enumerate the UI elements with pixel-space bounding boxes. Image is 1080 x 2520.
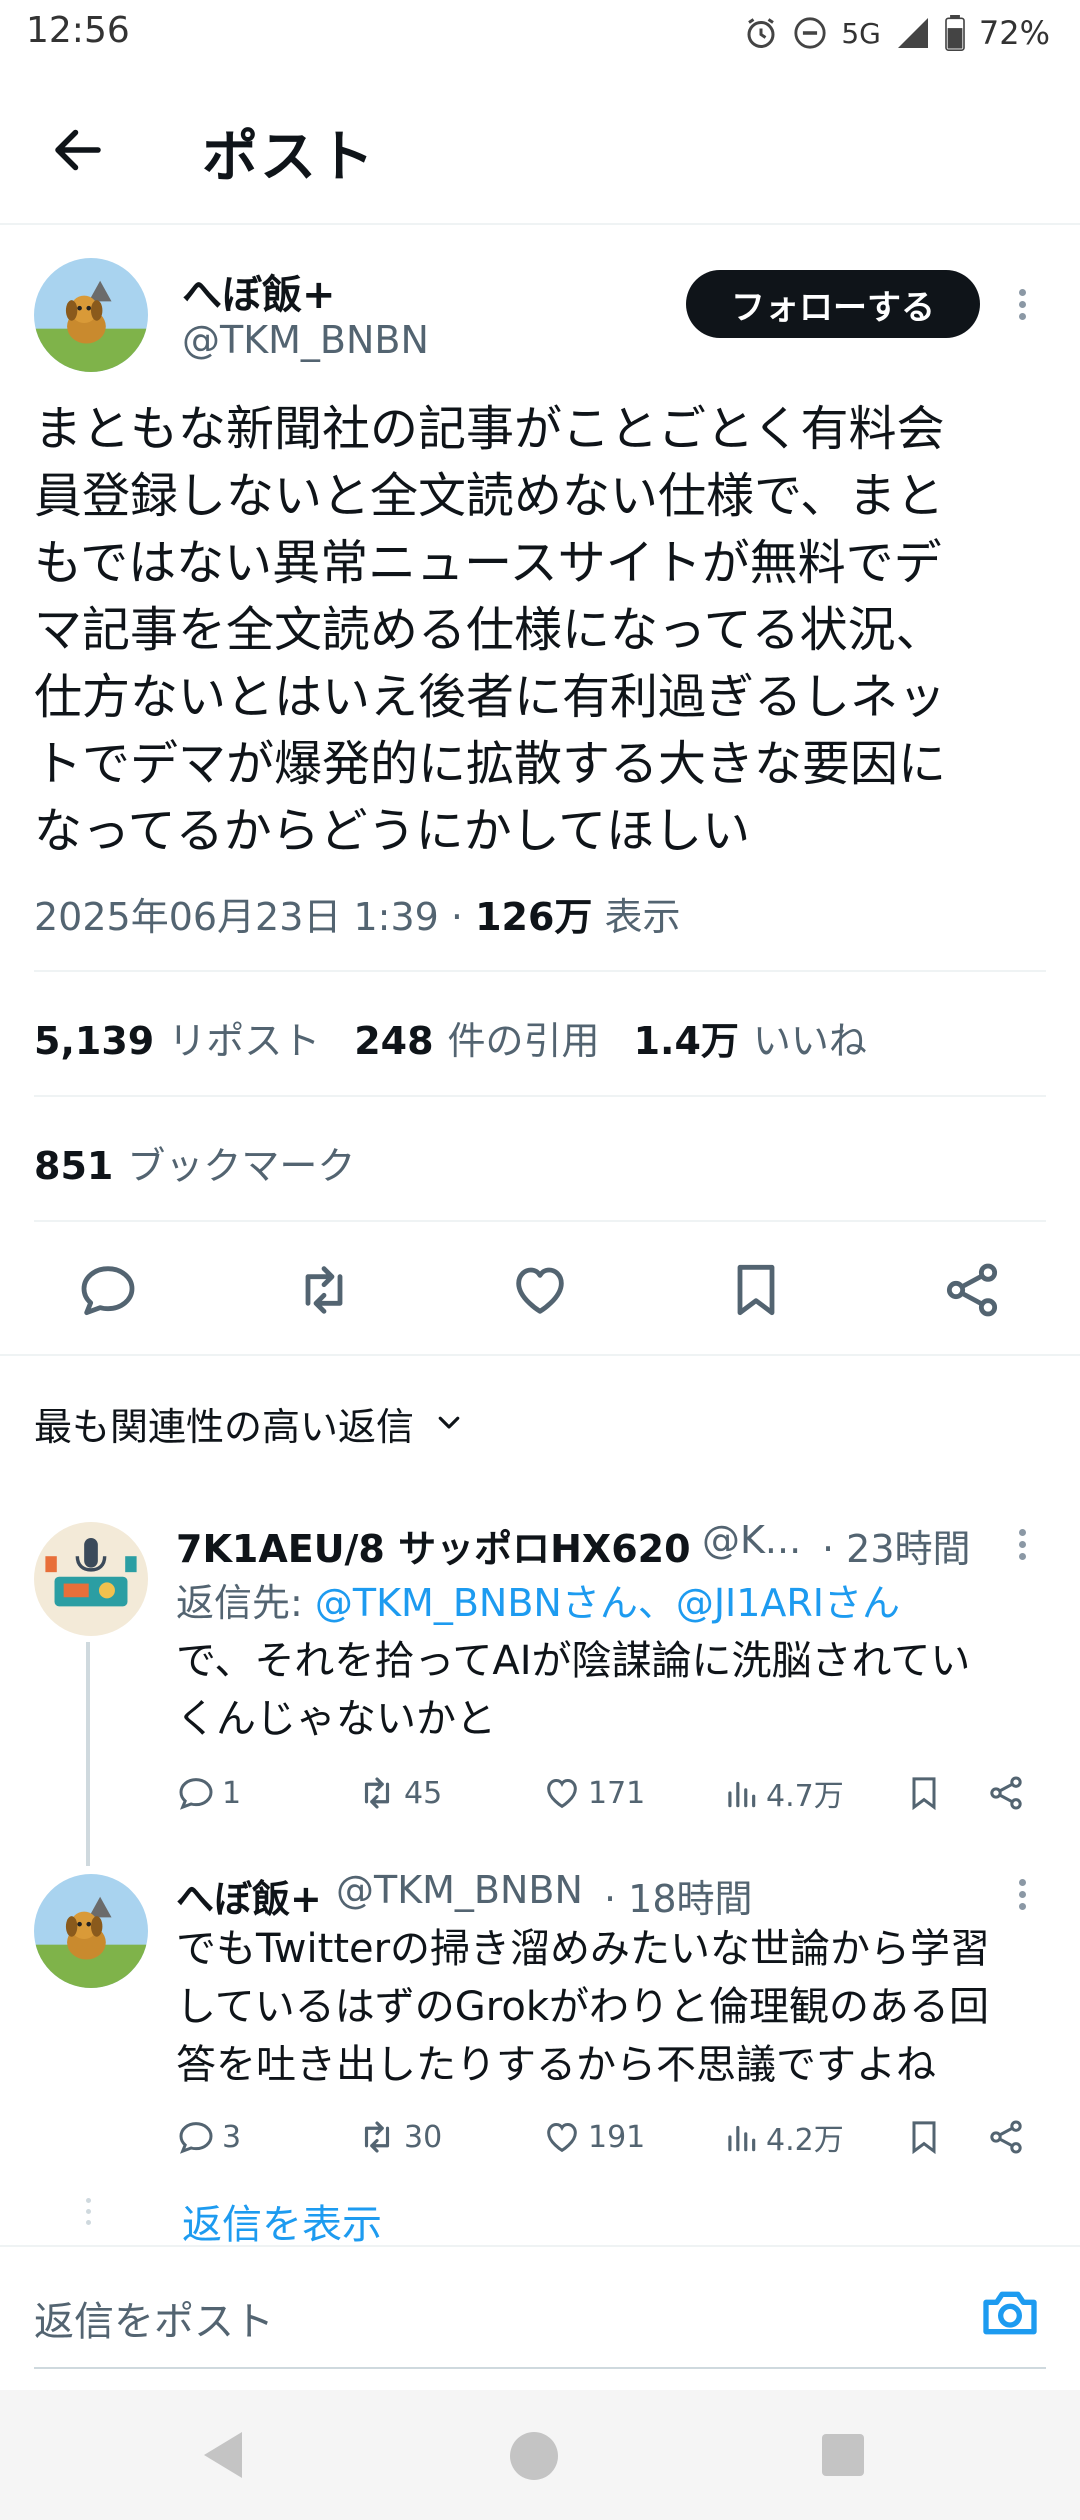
reply-author-handle[interactable]: @TKM_BNBN	[336, 1868, 583, 1912]
quotes-stat[interactable]: 248 件の引用	[354, 1010, 599, 1065]
signal-icon	[895, 15, 931, 51]
reply-time: · 18時間	[604, 1877, 753, 1921]
views-count: 126万	[475, 895, 593, 939]
reply-author-handle[interactable]: @K...	[702, 1518, 801, 1562]
likes-stat[interactable]: 1.4万 いいね	[634, 1010, 867, 1065]
input-underline	[34, 2367, 1046, 2369]
sort-label: 最も関連性の高い返信	[34, 1405, 415, 1449]
reply-compose-bar: 返信をポスト	[0, 2245, 1080, 2375]
thread-line	[86, 1642, 90, 1866]
system-navigation-bar	[0, 2390, 1080, 2520]
reply-text: で、それを拾ってAIが陰謀論に洗脳されてい くんじゃないかと	[176, 1638, 971, 1742]
repost-icon	[364, 1777, 390, 1809]
bookmark-icon[interactable]	[904, 2112, 944, 2162]
bookmarks-stat[interactable]: 851 ブックマーク	[34, 1135, 355, 1190]
repost-count-button[interactable]: 30	[356, 2112, 442, 2162]
thread-continuation-dots	[86, 2198, 91, 2231]
status-time: 12:56	[26, 10, 130, 51]
divider	[34, 1220, 1046, 1222]
post-meta: 2025年06月23日 1:39 · 126万 表示	[34, 895, 681, 939]
bookmark-icon[interactable]	[724, 1258, 788, 1322]
nav-back-icon[interactable]	[200, 2430, 244, 2484]
views-count-button[interactable]: 4.2万	[722, 2112, 844, 2162]
top-app-bar: ポスト	[0, 70, 1080, 225]
reply-count-button[interactable]: 3	[176, 2112, 241, 2162]
camera-icon[interactable]	[978, 2281, 1042, 2345]
more-options-icon[interactable]	[1012, 284, 1032, 325]
bookmark-icon[interactable]	[904, 1768, 944, 1818]
divider	[34, 970, 1046, 972]
show-replies-link[interactable]: 返信を表示	[182, 2192, 382, 2250]
nav-recents-icon[interactable]	[822, 2434, 864, 2476]
reply-author-name[interactable]: へぼ飯+	[176, 1868, 322, 1923]
reply-text: でもTwitterの掃き溜めみたいな世論から学習 しているはずのGrokがわりと…	[176, 1926, 991, 2088]
page-title: ポスト	[202, 125, 376, 190]
alarm-icon	[743, 15, 779, 51]
views-icon	[728, 1781, 756, 1808]
reply-author-name[interactable]: 7K1AEU/8 サッポロHX620	[176, 1518, 691, 1573]
share-icon[interactable]	[986, 1768, 1026, 1818]
like-icon	[547, 2122, 577, 2153]
post-text: まともな新聞社の記事がことごとく有料会 員登録しないと全文読めない仕様で、まと …	[34, 401, 947, 859]
repost-icon[interactable]	[292, 1258, 356, 1322]
reply-input[interactable]: 返信をポスト	[34, 2289, 274, 2347]
reply-avatar[interactable]	[34, 1522, 148, 1636]
reply-icon[interactable]	[76, 1258, 140, 1322]
like-count-button[interactable]: 191	[542, 2112, 645, 2162]
chevron-down-icon	[434, 1402, 464, 1446]
more-options-icon[interactable]	[1012, 1524, 1032, 1565]
battery-percent: 72%	[978, 14, 1050, 52]
author-handle[interactable]: @TKM_BNBN	[182, 318, 429, 362]
share-icon[interactable]	[986, 2112, 1026, 2162]
reply-sort-selector[interactable]: 最も関連性の高い返信	[34, 1396, 464, 1451]
like-count-button[interactable]: 171	[542, 1768, 645, 1818]
battery-icon	[945, 15, 965, 51]
network-type: 5G	[841, 16, 881, 50]
reply-to-links[interactable]: @TKM_BNBNさん、@JI1ARIさん	[315, 1581, 900, 1625]
reply-icon	[179, 1778, 213, 1810]
reply-avatar[interactable]	[34, 1874, 148, 1988]
author-name[interactable]: へぼ飯+	[182, 262, 336, 320]
like-icon[interactable]	[508, 1258, 572, 1322]
reply-action-bar: 3 30 191 4.2万	[176, 2112, 1036, 2162]
nav-home-icon[interactable]	[510, 2432, 558, 2480]
reposts-stat[interactable]: 5,139 リポスト	[34, 1010, 320, 1065]
post-action-bar	[0, 1250, 1080, 1330]
reply-count-button[interactable]: 1	[176, 1768, 241, 1818]
views-count-button[interactable]: 4.7万	[722, 1768, 844, 1818]
reply-to-line: 返信先: @TKM_BNBNさん、@JI1ARIさん	[176, 1581, 901, 1625]
divider	[0, 1354, 1080, 1356]
author-avatar[interactable]	[34, 258, 148, 372]
follow-button[interactable]: フォローする	[686, 270, 980, 338]
repost-count-button[interactable]: 45	[356, 1768, 442, 1818]
back-arrow-icon[interactable]	[48, 120, 108, 180]
like-icon	[547, 1778, 577, 1809]
status-icons: 5G 72%	[743, 8, 1050, 58]
reply-time: · 23時間	[822, 1527, 971, 1571]
more-options-icon[interactable]	[1012, 1874, 1032, 1915]
divider	[34, 1095, 1046, 1097]
share-icon[interactable]	[940, 1258, 1004, 1322]
reply-icon	[179, 2122, 213, 2154]
views-label: 表示	[604, 895, 681, 939]
repost-icon	[364, 2121, 390, 2153]
views-icon	[728, 2125, 756, 2152]
reply-action-bar: 1 45 171 4.7万	[176, 1768, 1036, 1818]
do-not-disturb-icon	[793, 16, 827, 50]
status-bar: 12:56 5G 72%	[0, 0, 1080, 70]
engagement-stats: 5,139 リポスト 248 件の引用 1.4万 いいね	[34, 1010, 867, 1065]
post-datetime: 2025年06月23日 1:39	[34, 895, 439, 939]
